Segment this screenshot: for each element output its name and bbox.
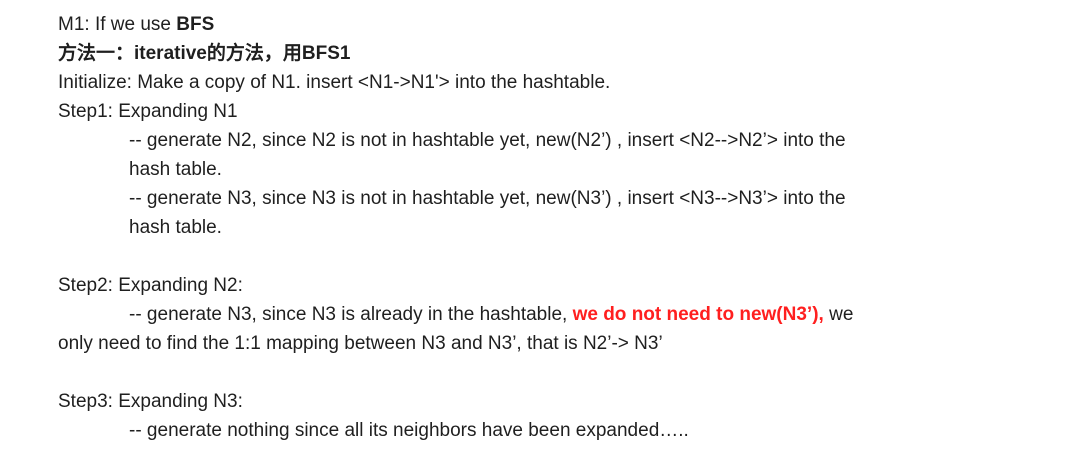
step2-heading: Step2: Expanding N2:: [58, 275, 243, 296]
method-intro-line: M1: If we use BFS: [58, 10, 1058, 39]
document-body: M1: If we use BFS 方法一：iterative的方法，用BFS1…: [58, 10, 1058, 445]
step1-item-n2: -- generate N2, since N2 is not in hasht…: [129, 130, 846, 151]
method-intro-text: M1: If we use: [58, 14, 177, 35]
step1-item-n3-cont: hash table.: [129, 217, 222, 238]
step3-item: -- generate nothing since all its neighb…: [129, 420, 689, 441]
step1-item-n3: -- generate N3, since N3 is not in hasht…: [129, 188, 846, 209]
step2-item: -- generate N3, since N3 is already in t…: [58, 300, 1058, 329]
method-heading: 方法一：iterative的方法，用BFS1: [58, 43, 351, 64]
step2-item-text: -- generate N3, since N3 is already in t…: [129, 304, 573, 325]
step2-highlight: we do not need to new(N3’),: [572, 304, 824, 325]
method-intro-bfs: BFS: [176, 14, 215, 35]
step1-item-n2-cont: hash table.: [129, 159, 222, 180]
step1-heading: Step1: Expanding N1: [58, 101, 238, 122]
step2-item-cont: only need to find the 1:1 mapping betwee…: [58, 333, 663, 354]
step3-heading: Step3: Expanding N3:: [58, 391, 243, 412]
step2-item-tail: we: [823, 304, 854, 325]
initialize-line: Initialize: Make a copy of N1. insert <N…: [58, 72, 611, 93]
